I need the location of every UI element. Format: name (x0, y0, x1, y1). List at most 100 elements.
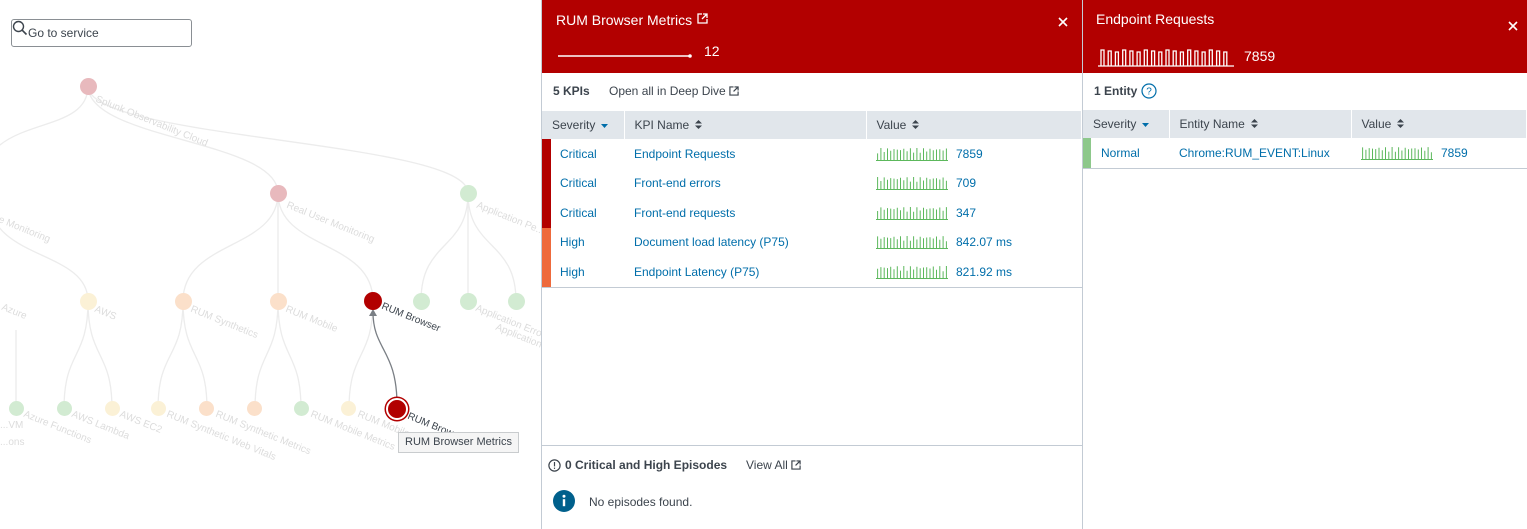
value-cell[interactable]: 842.07 ms (866, 228, 1082, 258)
kpi-name-cell[interactable]: Endpoint Requests (624, 139, 866, 169)
severity-cell[interactable]: High (542, 257, 624, 287)
kpi-name-link[interactable]: Endpoint Requests (634, 147, 735, 161)
close-icon[interactable] (1506, 19, 1520, 33)
entity-value[interactable]: 7859 (1441, 146, 1468, 160)
kpi-name-link[interactable]: Document load latency (P75) (634, 235, 789, 249)
entity-name-link[interactable]: Chrome:RUM_EVENT:Linux (1179, 146, 1330, 160)
severity-label[interactable]: Critical (560, 176, 597, 190)
kpi-value[interactable]: 842.07 ms (956, 235, 1012, 249)
sort-desc-icon[interactable] (601, 118, 609, 132)
severity-cell[interactable]: High (542, 227, 624, 257)
kpi-name-cell[interactable]: Document load latency (P75) (624, 228, 866, 258)
close-icon[interactable] (1056, 15, 1070, 29)
column-severity[interactable]: Severity (1083, 110, 1170, 138)
column-label[interactable]: Entity Name (1180, 117, 1245, 131)
view-all-link[interactable]: View All (746, 458, 801, 472)
panel-header: Endpoint Requests 7859 (1083, 0, 1527, 73)
kpi-count: 5 KPIs (553, 84, 590, 98)
severity-cell[interactable]: Critical (542, 198, 624, 228)
value-cell[interactable]: 7859 (866, 139, 1082, 169)
column-kpi-name[interactable]: KPI Name (624, 111, 867, 139)
severity-cell[interactable]: Critical (542, 168, 624, 198)
tree-node-rum-mobile-1[interactable] (247, 401, 262, 416)
sort-icon[interactable] (1397, 117, 1405, 131)
kpi-row[interactable]: High Document load latency (P75) 842.07 … (542, 227, 1082, 258)
tree-node-rum-browser-metrics[interactable] (386, 398, 408, 420)
kpi-value[interactable]: 347 (956, 206, 976, 220)
entity-row[interactable]: Normal Chrome:RUM_EVENT:Linux 7859 (1083, 138, 1527, 168)
column-value[interactable]: Value (866, 111, 1082, 139)
search-icon[interactable] (12, 20, 28, 36)
kpi-value[interactable]: 709 (956, 176, 976, 190)
entity-name-cell[interactable]: Chrome:RUM_EVENT:Linux (1169, 138, 1351, 168)
entity-toolbar: 1 Entity ? (1083, 73, 1527, 110)
tree-node-rum-mobile-app[interactable] (341, 401, 356, 416)
tree-node-rum-synthetic-2[interactable] (199, 401, 214, 416)
tree-node-aws-lambda[interactable] (57, 401, 72, 416)
severity-label[interactable]: High (560, 265, 585, 279)
kpi-row[interactable]: High Endpoint Latency (P75) 821.92 ms (542, 257, 1082, 287)
severity-label[interactable]: Critical (560, 206, 597, 220)
tree-node-application-rate[interactable] (508, 293, 525, 310)
tree-node-application-errors[interactable] (413, 293, 430, 310)
severity-cell[interactable]: Critical (542, 139, 624, 169)
kpi-name-cell[interactable]: Endpoint Latency (P75) (624, 257, 866, 287)
column-label[interactable]: KPI Name (635, 118, 690, 132)
kpi-name-cell[interactable]: Front-end errors (624, 169, 866, 199)
tree-node-azure-functions[interactable] (9, 401, 24, 416)
search-input[interactable] (12, 20, 162, 46)
external-link-icon[interactable] (791, 460, 801, 470)
tree-node-rum-browser[interactable] (364, 292, 382, 310)
severity-label[interactable]: Normal (1101, 146, 1140, 160)
sort-icon[interactable] (695, 118, 703, 132)
severity-cell[interactable]: Normal (1083, 138, 1169, 168)
panel-title[interactable]: RUM Browser Metrics (556, 11, 708, 28)
value-cell[interactable]: 347 (866, 198, 1082, 228)
open-all-deep-dive-label[interactable]: Open all in Deep Dive (609, 84, 726, 98)
kpi-row[interactable]: Critical Front-end errors 709 (542, 168, 1082, 199)
go-to-service-search[interactable] (11, 19, 192, 47)
tree-node-rum-mobile[interactable] (270, 293, 287, 310)
kpi-row[interactable]: Critical Endpoint Requests 7859 (542, 139, 1082, 169)
kpi-name-link[interactable]: Front-end requests (634, 206, 735, 220)
kpi-value[interactable]: 7859 (956, 147, 983, 161)
kpi-name-link[interactable]: Front-end errors (634, 176, 721, 190)
severity-label[interactable]: High (560, 235, 585, 249)
tree-node-splunk-observability-cloud[interactable] (80, 78, 97, 95)
tree-node-rum-mobile-metrics[interactable] (294, 401, 309, 416)
tree-node-application-2[interactable] (460, 293, 477, 310)
kpi-row[interactable]: Critical Front-end requests 347 (542, 198, 1082, 228)
value-cell[interactable]: 7859 (1351, 138, 1527, 168)
kpi-name-cell[interactable]: Front-end requests (624, 198, 866, 228)
column-value[interactable]: Value (1351, 110, 1527, 138)
column-label[interactable]: Value (877, 118, 907, 132)
value-cell[interactable]: 821.92 ms (866, 257, 1082, 287)
sort-icon[interactable] (912, 118, 920, 132)
external-link-icon[interactable] (697, 11, 708, 27)
value-cell[interactable]: 709 (866, 169, 1082, 199)
tree-node-aws-ec2[interactable] (105, 401, 120, 416)
svg-text:?: ? (1146, 87, 1152, 98)
panel-title-text[interactable]: RUM Browser Metrics (556, 12, 692, 28)
column-label[interactable]: Severity (552, 118, 595, 132)
tree-node-application-performance[interactable] (460, 185, 477, 202)
tree-node-real-user-monitoring[interactable] (270, 185, 287, 202)
kpi-value[interactable]: 821.92 ms (956, 265, 1012, 279)
help-icon[interactable]: ? (1141, 83, 1157, 99)
column-label[interactable]: Severity (1093, 117, 1136, 131)
column-entity-name[interactable]: Entity Name (1169, 110, 1352, 138)
column-severity[interactable]: Severity (542, 111, 625, 139)
sort-icon[interactable] (1250, 117, 1258, 131)
column-label[interactable]: Value (1362, 117, 1392, 131)
kpi-name-link[interactable]: Endpoint Latency (P75) (634, 265, 759, 279)
open-all-deep-dive-link[interactable]: Open all in Deep Dive (609, 84, 739, 98)
view-all-label[interactable]: View All (746, 458, 788, 472)
service-tree[interactable]: Splunk Observability Cloud ...re Monitor… (0, 0, 541, 529)
entity-table-end (1083, 167, 1527, 169)
tree-node-rum-synthetic-1[interactable] (151, 401, 166, 416)
external-link-icon[interactable] (729, 86, 739, 96)
sort-desc-icon[interactable] (1142, 117, 1150, 131)
tree-node-rum-synthetics[interactable] (175, 293, 192, 310)
severity-label[interactable]: Critical (560, 147, 597, 161)
episodes-title-text: 0 Critical and High Episodes (565, 458, 728, 472)
